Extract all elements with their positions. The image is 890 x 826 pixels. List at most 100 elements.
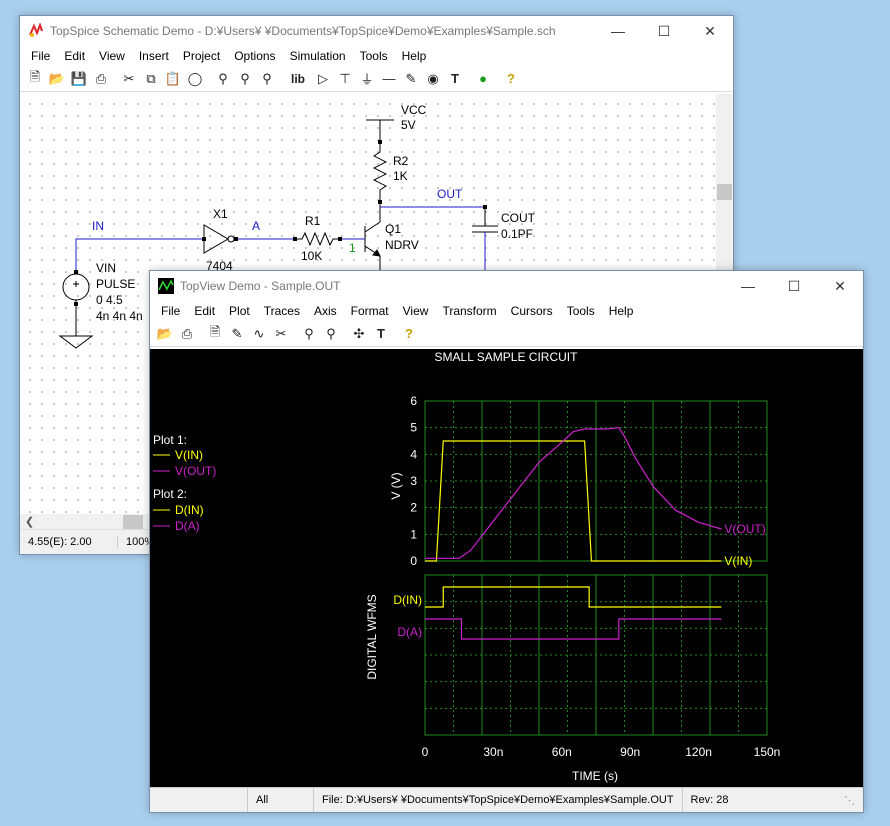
- menu-tools[interactable]: Tools: [560, 304, 602, 318]
- help-icon[interactable]: ?: [398, 323, 420, 345]
- topview-statusbar: All File: D:¥Users¥ ¥Documents¥TopSpice¥…: [150, 787, 863, 812]
- legend-v-out: V(OUT): [175, 464, 216, 478]
- print-icon[interactable]: ⎙: [176, 323, 198, 345]
- cut-icon[interactable]: ✂: [270, 323, 292, 345]
- legend-d-in: D(IN): [175, 503, 204, 517]
- close-button[interactable]: ✕: [687, 16, 733, 46]
- menu-options[interactable]: Options: [227, 49, 282, 63]
- x-tick-label: 60n: [552, 745, 572, 759]
- menu-tools[interactable]: Tools: [353, 49, 395, 63]
- menu-project[interactable]: Project: [176, 49, 227, 63]
- text-icon[interactable]: T: [444, 68, 466, 90]
- menu-plot[interactable]: Plot: [222, 304, 257, 318]
- legend-plot1-header: Plot 1:: [153, 433, 187, 447]
- digital-trace-label: D(IN): [393, 593, 422, 607]
- menu-file[interactable]: File: [24, 49, 57, 63]
- label-pulse-args-1: 0 4.5: [96, 293, 123, 307]
- menu-cursors[interactable]: Cursors: [504, 304, 560, 318]
- add-trace-icon[interactable]: ∿: [248, 323, 270, 345]
- zoom-out-icon[interactable]: ⚲: [320, 323, 342, 345]
- y-tick-label: 1: [410, 527, 417, 541]
- menu-help[interactable]: Help: [602, 304, 641, 318]
- vertical-scroll-thumb[interactable]: [717, 184, 732, 200]
- menu-format[interactable]: Format: [344, 304, 396, 318]
- menu-insert[interactable]: Insert: [132, 49, 176, 63]
- y-tick-label: 0: [410, 554, 417, 568]
- topview-app-icon: [158, 278, 174, 294]
- component-icon[interactable]: ▷: [312, 68, 334, 90]
- cursor-icon[interactable]: ✣: [348, 323, 370, 345]
- x-tick-label: 120n: [685, 745, 712, 759]
- label-pulse: PULSE: [96, 277, 135, 291]
- menu-transform[interactable]: Transform: [435, 304, 503, 318]
- find-icon[interactable]: ◯: [184, 68, 206, 90]
- status-file-path: File: D:¥Users¥ ¥Documents¥TopSpice¥Demo…: [314, 788, 683, 812]
- label-a: A: [252, 219, 260, 233]
- zoom-out-icon[interactable]: ⚲: [212, 68, 234, 90]
- schematic-titlebar[interactable]: TopSpice Schematic Demo - D:¥Users¥ ¥Doc…: [20, 16, 733, 46]
- save-icon[interactable]: 💾: [68, 68, 90, 90]
- maximize-button[interactable]: ☐: [641, 16, 687, 46]
- digital-trace-label: D(A): [397, 625, 422, 639]
- menu-edit[interactable]: Edit: [57, 49, 92, 63]
- topspice-app-icon: [29, 23, 43, 37]
- net-label-icon[interactable]: ◉: [422, 68, 444, 90]
- wire-icon[interactable]: —: [378, 68, 400, 90]
- horizontal-scroll-thumb[interactable]: [123, 515, 143, 530]
- label-cout-value: 0.1PF: [501, 227, 533, 241]
- label-vcc-value: 5V: [401, 118, 416, 132]
- digital-trace: [425, 618, 722, 640]
- topview-titlebar[interactable]: TopView Demo - Sample.OUT — ☐ ✕: [150, 271, 863, 301]
- label-x1: X1: [213, 207, 228, 221]
- menu-traces[interactable]: Traces: [257, 304, 307, 318]
- label-q1: Q1: [385, 222, 401, 236]
- close-button[interactable]: ✕: [817, 271, 863, 301]
- menu-file[interactable]: File: [154, 304, 187, 318]
- text-icon[interactable]: T: [370, 323, 392, 345]
- run-simulation-icon[interactable]: ●: [472, 68, 494, 90]
- cut-icon[interactable]: ✂: [118, 68, 140, 90]
- resize-grip-icon[interactable]: ⋱: [836, 788, 863, 812]
- print-icon[interactable]: ⎙: [90, 68, 112, 90]
- pencil-icon[interactable]: ✎: [400, 68, 422, 90]
- minimize-button[interactable]: —: [725, 271, 771, 301]
- copy-icon[interactable]: ⧉: [140, 68, 162, 90]
- new-file-icon[interactable]: 🗎: [24, 68, 46, 90]
- transistor-icon[interactable]: ⊤: [334, 68, 356, 90]
- menu-help[interactable]: Help: [395, 49, 434, 63]
- label-cout: COUT: [501, 211, 536, 225]
- cursor-coordinates: 4.55(E): 2.00: [20, 536, 118, 548]
- paste-icon[interactable]: 📋: [162, 68, 184, 90]
- topview-toolbar: 📂 ⎙ 🗎 ✎ ∿ ✂ ⚲ ⚲ ✣ T ?: [150, 321, 863, 347]
- minimize-button[interactable]: —: [595, 16, 641, 46]
- open-folder-icon[interactable]: 📂: [46, 68, 68, 90]
- trace-end-label: V(IN): [724, 554, 752, 568]
- schematic-toolbar: 🗎 📂 💾 ⎙ ✂ ⧉ 📋 ◯ ⚲ ⚲ ⚲ lib ▷ ⊤ ⏚ — ✎ ◉ T …: [20, 66, 733, 92]
- label-r1-value: 10K: [301, 249, 322, 263]
- trace-pencil-icon[interactable]: ✎: [226, 323, 248, 345]
- help-icon[interactable]: ?: [500, 68, 522, 90]
- menu-edit[interactable]: Edit: [187, 304, 222, 318]
- zoom-in-icon[interactable]: ⚲: [298, 323, 320, 345]
- menu-view[interactable]: View: [396, 304, 436, 318]
- menu-view[interactable]: View: [92, 49, 132, 63]
- label-r2: R2: [393, 154, 409, 168]
- topview-menubar: File Edit Plot Traces Axis Format View T…: [150, 301, 863, 321]
- new-plot-icon[interactable]: 🗎: [204, 323, 226, 345]
- menu-axis[interactable]: Axis: [307, 304, 344, 318]
- open-folder-icon[interactable]: 📂: [154, 323, 176, 345]
- zoom-in-icon[interactable]: ⚲: [234, 68, 256, 90]
- plot-area[interactable]: SMALL SAMPLE CIRCUIT Plot 1: V(IN) V(OUT…: [150, 349, 863, 787]
- maximize-button[interactable]: ☐: [771, 271, 817, 301]
- zoom-fit-icon[interactable]: ⚲: [256, 68, 278, 90]
- legend-v-in: V(IN): [175, 448, 203, 462]
- library-button[interactable]: lib: [284, 68, 312, 90]
- x-tick-label: 0: [422, 745, 429, 759]
- scroll-left-arrow-icon[interactable]: ❮: [25, 515, 34, 528]
- x-tick-label: 90n: [620, 745, 640, 759]
- ground-icon[interactable]: ⏚: [356, 68, 378, 90]
- waveform-chart: SMALL SAMPLE CIRCUIT Plot 1: V(IN) V(OUT…: [153, 350, 780, 783]
- topview-window: TopView Demo - Sample.OUT — ☐ ✕ File Edi…: [149, 270, 864, 813]
- menu-simulation[interactable]: Simulation: [283, 49, 353, 63]
- x-tick-label: 30n: [483, 745, 503, 759]
